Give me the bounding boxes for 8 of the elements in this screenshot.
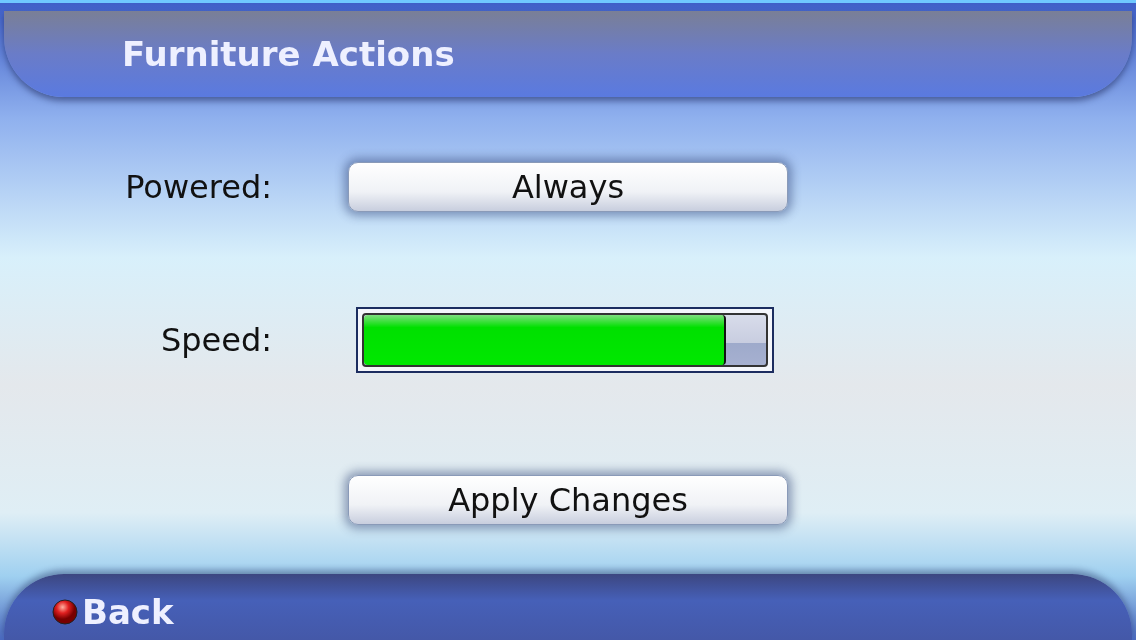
option-button[interactable]: Always bbox=[348, 162, 788, 212]
apply-button[interactable]: Apply Changes bbox=[348, 475, 788, 525]
back-button[interactable]: Back bbox=[82, 592, 174, 632]
window-title: Furniture Actions bbox=[122, 34, 455, 74]
speed-slider[interactable] bbox=[356, 307, 774, 373]
setting-label: Speed: bbox=[159, 321, 272, 359]
setting-label: Powered: bbox=[124, 168, 272, 206]
button-icon bbox=[52, 599, 78, 625]
